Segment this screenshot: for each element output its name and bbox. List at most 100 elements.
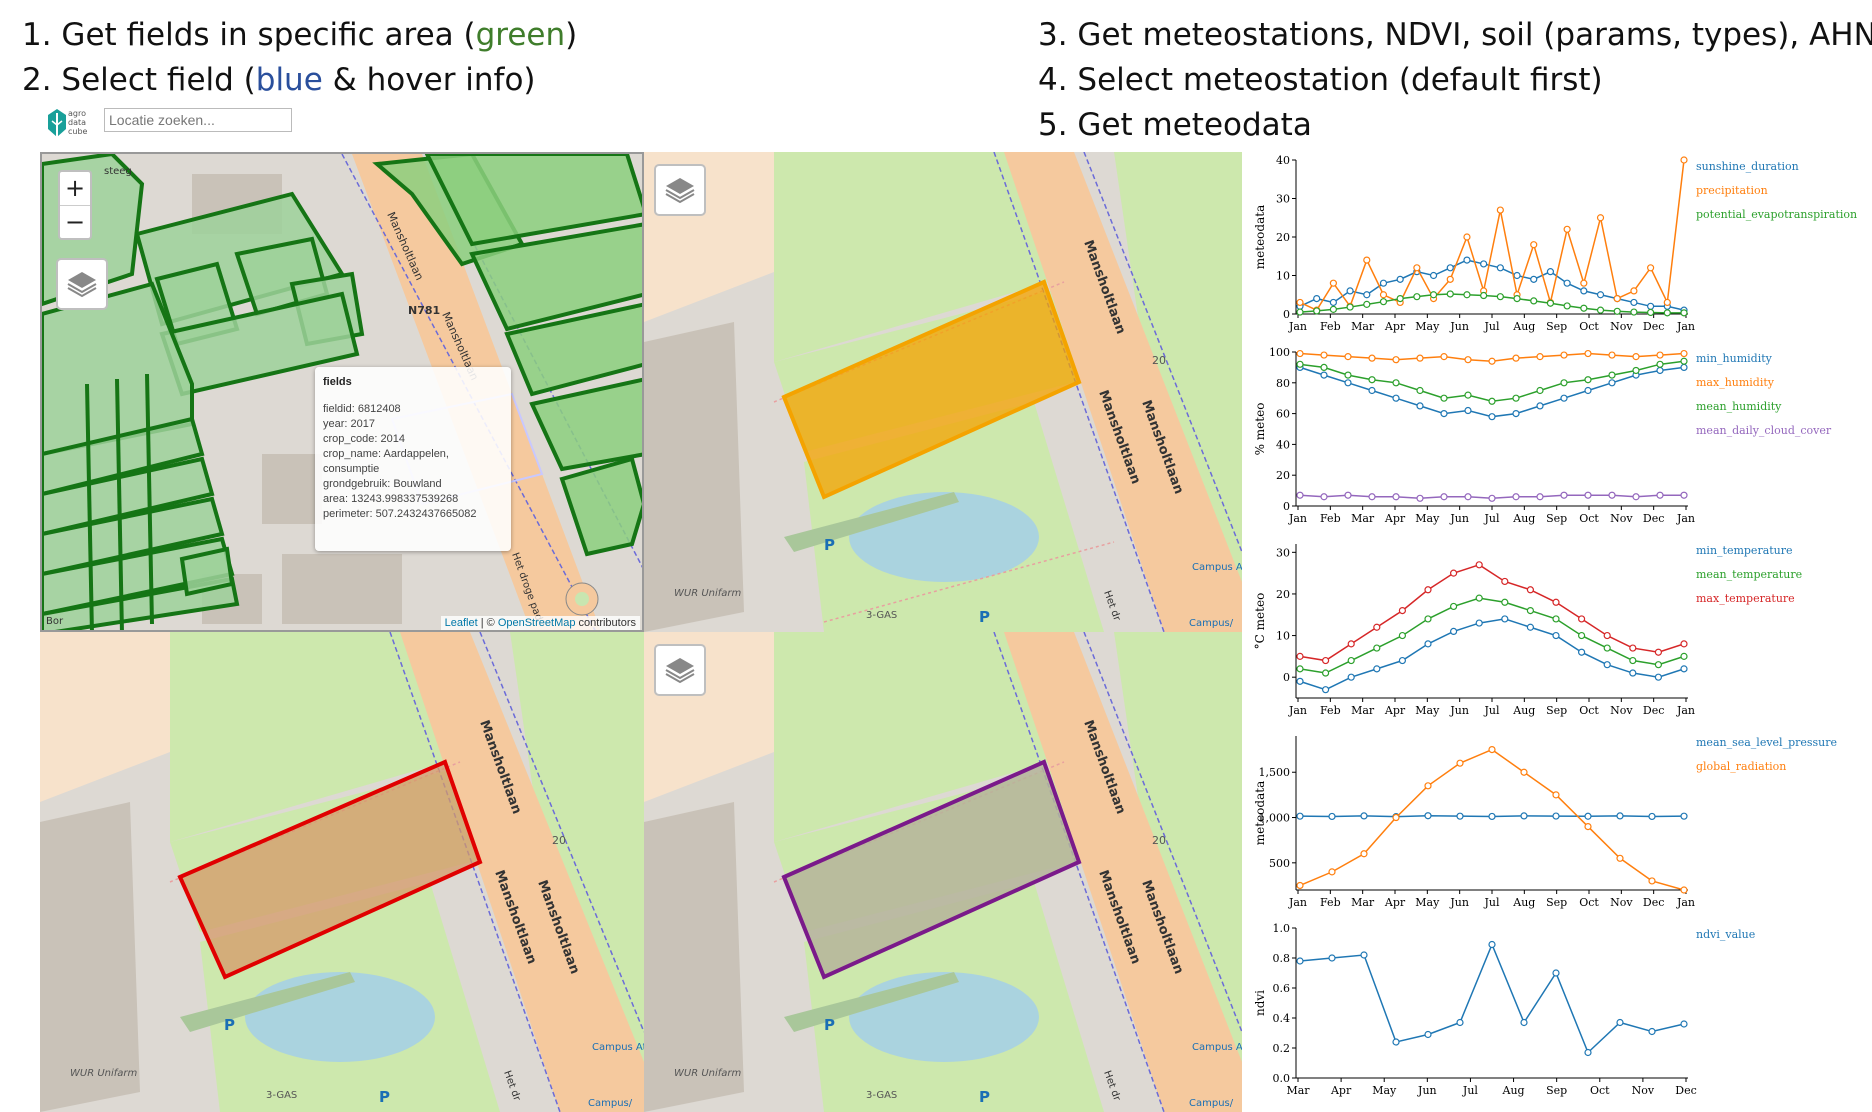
data-point-potential-evapotranspiration [1580,304,1588,312]
data-point-sunshine-duration [1513,271,1521,280]
step-5-text: 5. Get meteodata [1038,107,1312,143]
layers-icon [665,658,695,684]
legend-entry-min-humidity: min_humidity [1696,352,1773,365]
data-point-precipitation [1596,214,1605,222]
y-tick-label: 20 [1276,469,1290,482]
x-tick-label: May [1415,512,1440,525]
data-point-max-humidity [1608,351,1616,359]
data-point-mean-humidity [1320,363,1328,371]
data-point-mean-daily-cloud-cover [1392,493,1400,501]
house-number-label: 20 [552,834,566,847]
data-point-global-radiation [1360,850,1368,858]
data-point-max-temperature [1475,561,1483,569]
data-point-max-humidity [1656,351,1664,359]
campus-label: Campus/ [588,1098,633,1109]
y-tick-label: 40 [1276,154,1290,167]
data-point-mean-temperature [1321,669,1330,677]
data-point-ndvi-value [1424,1030,1432,1039]
data-point-max-humidity [1536,353,1544,361]
parking-label-2: P [979,608,990,626]
x-tick-label: Dec [1643,896,1665,909]
data-point-precipitation [1613,295,1621,303]
data-point-mean-daily-cloud-cover [1560,491,1568,499]
layers-button[interactable] [654,164,706,216]
data-point-max-humidity [1560,351,1568,359]
data-point-mean-sea-level-pressure [1424,812,1432,820]
data-point-potential-evapotranspiration [1429,291,1438,299]
zoom-in-button[interactable]: + [60,172,90,206]
data-point-min-humidity [1368,386,1376,395]
data-point-max-humidity [1464,356,1472,364]
legend-entry-global-radiation: global_radiation [1696,760,1786,773]
data-point-min-humidity [1344,379,1352,387]
popup-crop-name-cont: consumptie [323,463,380,475]
data-point-sunshine-duration [1429,271,1438,280]
x-tick-label: Sep [1546,512,1567,525]
data-point-precipitation [1496,206,1504,214]
data-point-min-humidity [1320,371,1328,379]
data-point-min-temperature [1321,686,1330,694]
data-point-potential-evapotranspiration [1496,293,1504,301]
map-selected-field-purple[interactable]: Mansholtlaan Mansholtlaan Mansholtlaan 2… [644,632,1242,1112]
map-selected-field-orange[interactable]: Mansholtlaan Mansholtlaan Mansholtlaan 2… [644,152,1242,632]
map-fields-overview[interactable]: Mansholtlaan Mansholtlaan N781 Het droge… [40,152,644,632]
data-point-sunshine-duration [1329,298,1337,307]
y-axis-label: °C meteo [1253,593,1267,650]
map-selected-field-red[interactable]: Mansholtlaan Mansholtlaan Mansholtlaan 2… [40,632,644,1112]
data-point-ndvi-value [1360,951,1368,959]
data-point-global-radiation [1328,868,1336,876]
data-point-min-humidity [1392,394,1400,402]
data-point-min-temperature [1680,665,1688,673]
data-point-mean-humidity [1632,366,1640,375]
data-point-min-humidity [1560,394,1568,402]
x-tick-label: Aug [1512,896,1535,909]
osm-link[interactable]: OpenStreetMap [498,617,576,629]
layers-button[interactable] [56,258,108,310]
logo-icon [48,109,66,141]
wur-unifarm-label: WUR Unifarm [674,1068,742,1079]
x-tick-label: Jun [1449,704,1469,717]
data-point-global-radiation [1424,782,1432,790]
data-point-min-temperature [1654,673,1662,681]
data-point-max-humidity [1680,349,1688,358]
data-point-potential-evapotranspiration [1413,293,1421,301]
zoom-out-button[interactable]: − [60,206,90,239]
data-point-max-temperature [1526,586,1534,594]
field-hover-popup: fields fieldid: 6812408 year: 2017 crop_… [315,367,511,551]
x-tick-label: Jun [1449,512,1469,525]
x-tick-label: Aug [1502,1084,1525,1097]
data-point-max-humidity [1416,354,1424,362]
layers-icon [67,272,97,298]
data-point-max-temperature [1501,577,1509,586]
popup-crop-code: crop_code: 2014 [323,433,405,445]
data-point-ndvi-value [1456,1018,1464,1027]
data-point-max-temperature [1321,656,1330,665]
data-point-mean-daily-cloud-cover [1536,493,1544,501]
data-point-mean-sea-level-pressure [1648,812,1656,821]
data-point-min-temperature [1629,669,1637,677]
data-point-potential-evapotranspiration [1480,291,1488,300]
data-point-mean-sea-level-pressure [1456,812,1464,820]
data-point-min-temperature [1526,623,1534,631]
data-point-mean-humidity [1560,379,1568,387]
location-search-input[interactable] [104,108,292,132]
campus-atlas-label: Campus Atlas [592,1042,644,1053]
x-tick-label: Nov [1610,320,1633,333]
popup-perimeter: perimeter: 507.2432437665082 [323,508,477,520]
data-point-mean-sea-level-pressure [1520,812,1528,820]
data-point-min-humidity [1440,409,1448,418]
data-point-potential-evapotranspiration [1630,308,1638,316]
y-tick-label: 0.2 [1273,1042,1291,1055]
popup-area: area: 13243.998337539268 [323,493,459,505]
data-point-global-radiation [1296,881,1304,890]
y-tick-label: 80 [1276,377,1290,390]
data-point-max-temperature [1424,586,1432,594]
data-point-max-humidity [1320,351,1328,359]
data-point-potential-evapotranspiration [1313,307,1321,315]
x-tick-label: Oct [1579,320,1599,333]
leaflet-link[interactable]: Leaflet [445,617,478,629]
layers-button[interactable] [654,644,706,696]
campus-atlas-label: Campus Atlas [1192,562,1242,573]
data-point-mean-daily-cloud-cover [1344,491,1352,499]
data-point-potential-evapotranspiration [1296,308,1304,316]
